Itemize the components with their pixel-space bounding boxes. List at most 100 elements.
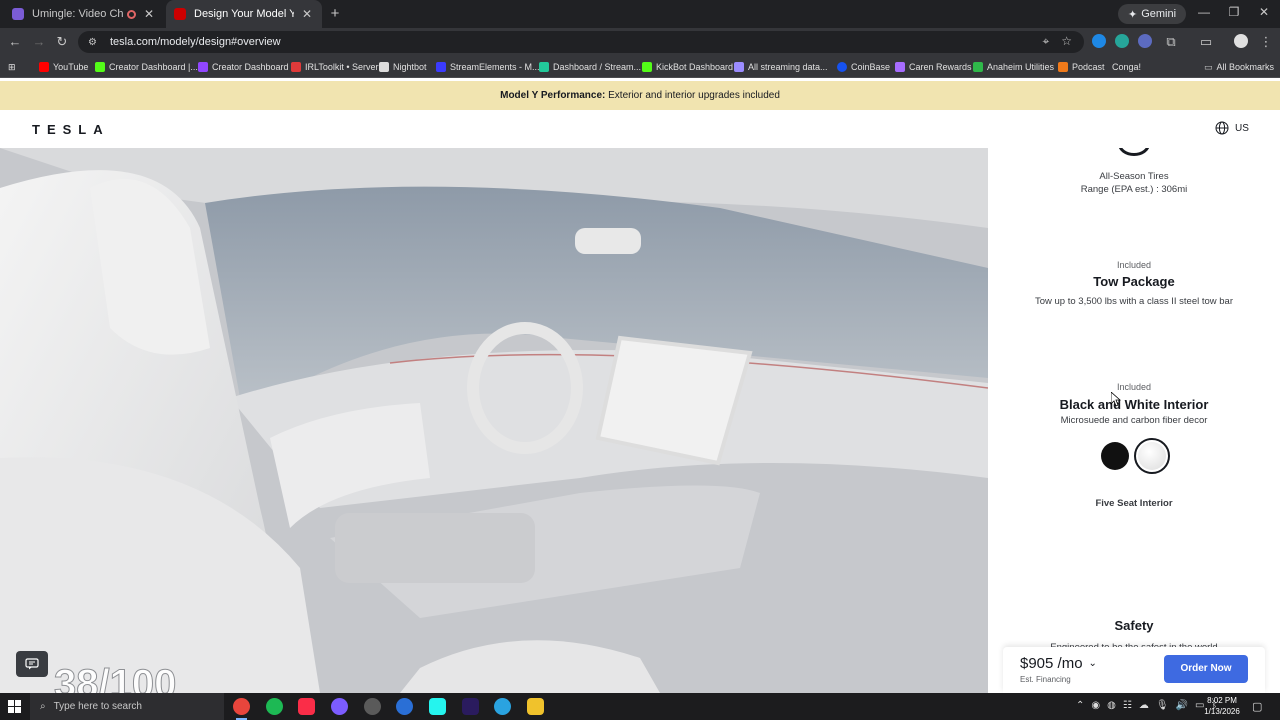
bookmark-twitch-creator[interactable]: Creator Dashboard — [198, 60, 289, 74]
bookmark-label: Caren Rewards — [909, 62, 972, 72]
taskbar-clock[interactable]: 8:02 PM 1/13/2026 — [1198, 695, 1246, 717]
bookmark-podcast[interactable]: Podcast — [1058, 60, 1105, 74]
network-icon[interactable]: ☷ — [1123, 700, 1132, 711]
gemini-button[interactable]: ✦ Gemini — [1118, 4, 1187, 24]
extension-icon[interactable] — [1092, 34, 1106, 48]
minimize-button[interactable]: — — [1196, 5, 1212, 19]
search-icon: ⌕ — [40, 701, 46, 712]
back-button[interactable]: ← — [6, 33, 24, 51]
interior-3d-viewer[interactable] — [0, 148, 988, 693]
extension-icon[interactable] — [1138, 34, 1152, 48]
tesla-favicon — [174, 8, 186, 20]
spotify-icon[interactable] — [266, 698, 283, 715]
tire-wheel-swatch[interactable] — [1118, 148, 1150, 156]
close-tab-icon[interactable]: ✕ — [300, 7, 314, 21]
bookmark-streaming-data[interactable]: All streaming data... — [734, 60, 828, 74]
close-window-button[interactable]: ✕ — [1256, 5, 1272, 19]
recording-icon — [127, 9, 136, 19]
tab-tesla-design[interactable]: Design Your Model Y | Tesla ✕ — [166, 0, 322, 28]
nightbot-icon — [379, 62, 389, 72]
locale-selector[interactable]: US — [1215, 121, 1249, 135]
new-tab-button[interactable]: + — [328, 5, 342, 22]
promo-banner: Model Y Performance: Exterior and interi… — [0, 81, 1280, 110]
taskbar-search[interactable]: ⌕ Type here to search — [30, 693, 224, 720]
chat-icon — [25, 658, 39, 670]
chevron-down-icon: ⌄ — [1088, 658, 1097, 669]
streamelements-icon — [436, 62, 446, 72]
cloud-icon[interactable]: ☁ — [1139, 700, 1149, 711]
tab-title: Design Your Model Y | Tesla — [194, 8, 294, 20]
bookmark-coinbase[interactable]: CoinBase — [837, 60, 890, 74]
menu-kebab-icon[interactable]: ⋮ — [1257, 33, 1275, 51]
bookmark-dashboard-stream[interactable]: Dashboard / Stream... — [539, 60, 641, 74]
interior-title: Black and White Interior — [1059, 397, 1209, 412]
gemini-sparkle-icon: ✦ — [1128, 8, 1138, 21]
tow-package-title: Tow Package — [1093, 274, 1175, 289]
youtube-icon — [39, 62, 49, 72]
order-now-button[interactable]: Order Now — [1164, 655, 1248, 683]
bookmark-kick-creator[interactable]: Creator Dashboard |... — [95, 60, 198, 74]
folder-icon: ▭ — [1204, 61, 1213, 72]
tires-range: Range (EPA est.) : 306mi — [1080, 184, 1188, 195]
extension-icon[interactable] — [1115, 34, 1129, 48]
extensions-puzzle-icon[interactable]: ⧉ — [1162, 33, 1180, 51]
address-bar[interactable]: ⚙ tesla.com/modely/design#overview ⌖ ☆ — [78, 31, 1084, 53]
globe-icon — [1215, 121, 1229, 135]
volume-icon[interactable]: 🔊 — [1176, 700, 1188, 711]
restore-button[interactable]: ❐ — [1226, 5, 1242, 19]
apps-grid-icon[interactable]: ⊞ — [8, 60, 16, 74]
tow-status: Included — [1116, 260, 1152, 270]
bookmark-label: Podcast — [1072, 62, 1105, 72]
rss-icon — [1058, 62, 1068, 72]
bookmark-label: Dashboard / Stream... — [553, 62, 642, 72]
interior-swatch-white[interactable] — [1134, 438, 1170, 474]
all-bookmarks[interactable]: ▭ All Bookmarks — [1204, 60, 1274, 74]
cursor-app-icon[interactable] — [396, 698, 413, 715]
location-icon[interactable]: ⌖ — [1042, 34, 1049, 49]
tiktok-icon[interactable] — [429, 698, 446, 715]
caren-icon — [895, 62, 905, 72]
bookmark-youtube[interactable]: YouTube — [39, 60, 88, 74]
bookmark-nightbot[interactable]: Nightbot — [379, 60, 427, 74]
tesla-logo[interactable]: TESLA — [32, 122, 110, 137]
clock-time: 8:02 PM — [1207, 696, 1237, 705]
bookmark-label: Anaheim Utilities — [987, 62, 1055, 72]
reload-button[interactable]: ↻ — [53, 33, 71, 51]
system-tray: ⌃ ◉ ◍ ☷ ☁ 🎙 🔊 ▭ ᛒ — [1076, 700, 1217, 711]
chevron-up-icon[interactable]: ⌃ — [1076, 700, 1084, 711]
anaheim-icon — [973, 62, 983, 72]
side-panel-icon[interactable]: ▭ — [1197, 33, 1215, 51]
bookmark-streamelements[interactable]: StreamElements - M... — [436, 60, 540, 74]
bookmark-star-icon[interactable]: ☆ — [1061, 34, 1072, 49]
configurator-panel: All-Season Tires Range (EPA est.) : 306m… — [988, 148, 1280, 693]
chrome-icon[interactable] — [233, 698, 250, 720]
microphone-icon[interactable]: 🎙 — [1156, 700, 1169, 711]
app-icon[interactable] — [331, 698, 348, 715]
music-icon[interactable] — [298, 698, 315, 715]
price-toggle[interactable]: $905 /mo ⌄ — [1020, 655, 1097, 672]
financing-label: Est. Financing — [1020, 675, 1071, 684]
site-info-icon[interactable]: ⚙ — [88, 37, 100, 48]
profile-avatar[interactable] — [1234, 34, 1248, 48]
bookmark-conga[interactable]: Conga! — [1112, 60, 1141, 74]
globe-app-icon[interactable] — [364, 698, 381, 715]
dashboard-icon — [539, 62, 549, 72]
notification-icon[interactable]: ▢ — [1252, 700, 1262, 713]
bookmark-irltoolkit[interactable]: IRLToolkit • Server — [291, 60, 379, 74]
telegram-icon[interactable] — [494, 698, 511, 715]
close-tab-icon[interactable]: ✕ — [142, 7, 156, 21]
vpn-icon[interactable]: ◍ — [1107, 700, 1116, 711]
streaming-data-icon — [734, 62, 744, 72]
file-explorer-icon[interactable] — [527, 698, 544, 715]
record-icon[interactable]: ◉ — [1091, 700, 1100, 711]
tab-umingle[interactable]: Umingle: Video Chat with S ✕ — [4, 0, 164, 28]
mouse-cursor-icon — [1111, 392, 1121, 407]
bookmark-anaheim-utilities[interactable]: Anaheim Utilities — [973, 60, 1054, 74]
windows-start-icon[interactable] — [8, 700, 21, 713]
forward-button[interactable]: → — [30, 33, 48, 51]
bookmark-kickbot[interactable]: KickBot Dashboard — [642, 60, 733, 74]
bookmark-caren-rewards[interactable]: Caren Rewards — [895, 60, 972, 74]
interior-swatch-black[interactable] — [1101, 442, 1129, 470]
premiere-icon[interactable] — [462, 698, 479, 715]
chat-button[interactable] — [16, 651, 48, 677]
